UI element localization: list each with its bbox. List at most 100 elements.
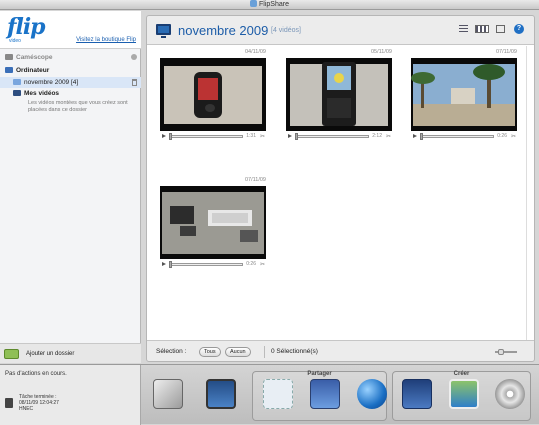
page-title: novembre 2009 xyxy=(178,23,269,38)
desk-image xyxy=(160,186,266,259)
bottom-toolbar: Pas d'actions en cours. Tâche terminée :… xyxy=(0,364,539,425)
video-controls: 0:26 ✂ xyxy=(160,259,266,269)
add-folder-button[interactable]: Ajouter un dossier xyxy=(0,343,141,363)
video-date: 07/11/09 xyxy=(495,49,517,55)
source-list: Caméscope Ordinateur novembre 2009 [4] M… xyxy=(0,51,141,114)
video-thumbnail[interactable] xyxy=(411,58,517,131)
select-none-button[interactable]: Aucun xyxy=(225,347,251,357)
my-videos-note: Les vidéos montées que vous créez sont p… xyxy=(28,100,128,113)
progress-knob[interactable] xyxy=(169,261,172,268)
folder-count: [4] xyxy=(70,79,79,86)
progress-track[interactable] xyxy=(295,135,369,138)
status-message: Pas d'actions en cours. xyxy=(5,371,67,377)
photo-icon[interactable] xyxy=(449,379,479,409)
add-folder-icon xyxy=(4,349,19,359)
progress-track[interactable] xyxy=(420,135,494,138)
grid-view-icon[interactable] xyxy=(475,25,490,33)
sidebar-item-camcorder[interactable]: Caméscope xyxy=(0,51,141,64)
video-duration: 0:26 xyxy=(246,261,256,267)
select-all-button[interactable]: Tous xyxy=(199,347,221,357)
fullscreen-icon[interactable] xyxy=(206,379,236,409)
video-duration: 0:26 xyxy=(497,133,507,139)
phone-image xyxy=(160,58,266,131)
video-tile[interactable]: 05/11/09 2:12 ✂ xyxy=(286,49,392,141)
status-panel: Pas d'actions en cours. Tâche terminée :… xyxy=(0,365,141,425)
task-name: HNEC xyxy=(19,406,34,412)
help-icon[interactable]: ? xyxy=(514,24,524,34)
scissors-icon[interactable]: ✂ xyxy=(511,133,516,140)
create-label: Créer xyxy=(453,371,470,377)
sidebar-item-my-videos[interactable]: Mes vidéos xyxy=(0,88,141,99)
scissors-icon[interactable]: ✂ xyxy=(260,261,265,268)
video-controls: 2:12 ✂ xyxy=(286,131,392,141)
transfer-icon[interactable] xyxy=(153,379,183,409)
progress-knob[interactable] xyxy=(295,133,298,140)
main-panel: novembre 2009 [4 vidéos] ? 04/11/09 1:31… xyxy=(146,15,535,362)
zoom-knob[interactable] xyxy=(498,349,504,355)
video-duration: 2:12 xyxy=(372,133,382,139)
share-movie-icon[interactable] xyxy=(310,379,340,409)
palm-trees-image xyxy=(411,58,517,131)
window-title: FlipShare xyxy=(259,1,289,8)
sidebar-item-folder[interactable]: novembre 2009 [4] xyxy=(0,77,141,88)
trash-icon[interactable] xyxy=(132,79,137,86)
add-folder-label: Ajouter un dossier xyxy=(26,351,75,357)
zoom-slider[interactable] xyxy=(490,349,524,355)
video-thumbnail[interactable] xyxy=(286,58,392,131)
divider xyxy=(264,346,265,358)
video-tile[interactable]: 07/11/09 0:26 ✂ xyxy=(411,49,517,141)
selection-bar: Sélection : Tous Aucun 0 Sélectionné(s) xyxy=(147,342,534,362)
folder-icon xyxy=(13,79,21,85)
app-icon xyxy=(250,0,258,7)
scissors-icon[interactable]: ✂ xyxy=(386,133,391,140)
computer-icon xyxy=(5,67,13,73)
flip-logo: flip xyxy=(7,14,46,40)
videos-folder-icon xyxy=(13,90,21,96)
logo-subtitle: video xyxy=(9,38,21,44)
phone-image xyxy=(286,58,392,131)
video-tile[interactable]: 04/11/09 1:31 ✂ xyxy=(160,49,266,141)
logo-area: flip video Visitez la boutique Flip xyxy=(0,11,141,49)
selected-count: 0 Sélectionné(s) xyxy=(271,348,318,355)
sidebar: flip video Visitez la boutique Flip Camé… xyxy=(0,11,141,363)
video-date: 07/11/09 xyxy=(244,177,266,183)
selection-label: Sélection : xyxy=(156,348,187,355)
dvd-icon[interactable] xyxy=(495,379,525,409)
progress-track[interactable] xyxy=(169,135,243,138)
share-label: Partager xyxy=(307,371,332,377)
computer-icon xyxy=(156,24,171,38)
shop-link[interactable]: Visitez la boutique Flip xyxy=(76,37,136,43)
camcorder-label: Caméscope xyxy=(16,54,53,61)
play-icon[interactable] xyxy=(288,134,292,138)
eject-icon[interactable] xyxy=(131,54,137,60)
play-icon[interactable] xyxy=(162,262,166,266)
sidebar-item-computer[interactable]: Ordinateur xyxy=(0,64,141,77)
video-thumbnail[interactable] xyxy=(160,186,266,259)
task-info: Tâche terminée : 08/11/09 12:04:27 HNEC xyxy=(19,394,59,412)
video-date: 04/11/09 xyxy=(244,49,266,55)
single-view-icon[interactable] xyxy=(496,25,506,33)
video-thumbnail[interactable] xyxy=(160,58,266,131)
scissors-icon[interactable]: ✂ xyxy=(260,133,265,140)
view-controls: ? xyxy=(454,24,524,34)
folder-label: novembre 2009 xyxy=(24,79,70,86)
progress-knob[interactable] xyxy=(420,133,423,140)
movie-icon[interactable] xyxy=(402,379,432,409)
progress-knob[interactable] xyxy=(169,133,172,140)
video-grid: 04/11/09 1:31 ✂ 05/11/09 2:12 ✂ 07/11/09… xyxy=(147,44,534,341)
video-date: 05/11/09 xyxy=(370,49,392,55)
computer-label: Ordinateur xyxy=(16,67,50,74)
list-view-icon[interactable] xyxy=(459,25,469,33)
my-videos-label: Mes vidéos xyxy=(24,90,60,97)
video-tile[interactable]: 07/11/09 0:26 ✂ xyxy=(160,177,266,269)
email-icon[interactable] xyxy=(263,379,293,409)
web-share-icon[interactable] xyxy=(357,379,387,409)
play-icon[interactable] xyxy=(162,134,166,138)
main-header: novembre 2009 [4 vidéos] ? xyxy=(147,16,534,44)
video-controls: 1:31 ✂ xyxy=(160,131,266,141)
video-count: [4 vidéos] xyxy=(271,27,301,34)
play-icon[interactable] xyxy=(413,134,417,138)
scrollbar[interactable] xyxy=(526,46,533,340)
camcorder-icon xyxy=(5,54,13,60)
progress-track[interactable] xyxy=(169,263,243,266)
